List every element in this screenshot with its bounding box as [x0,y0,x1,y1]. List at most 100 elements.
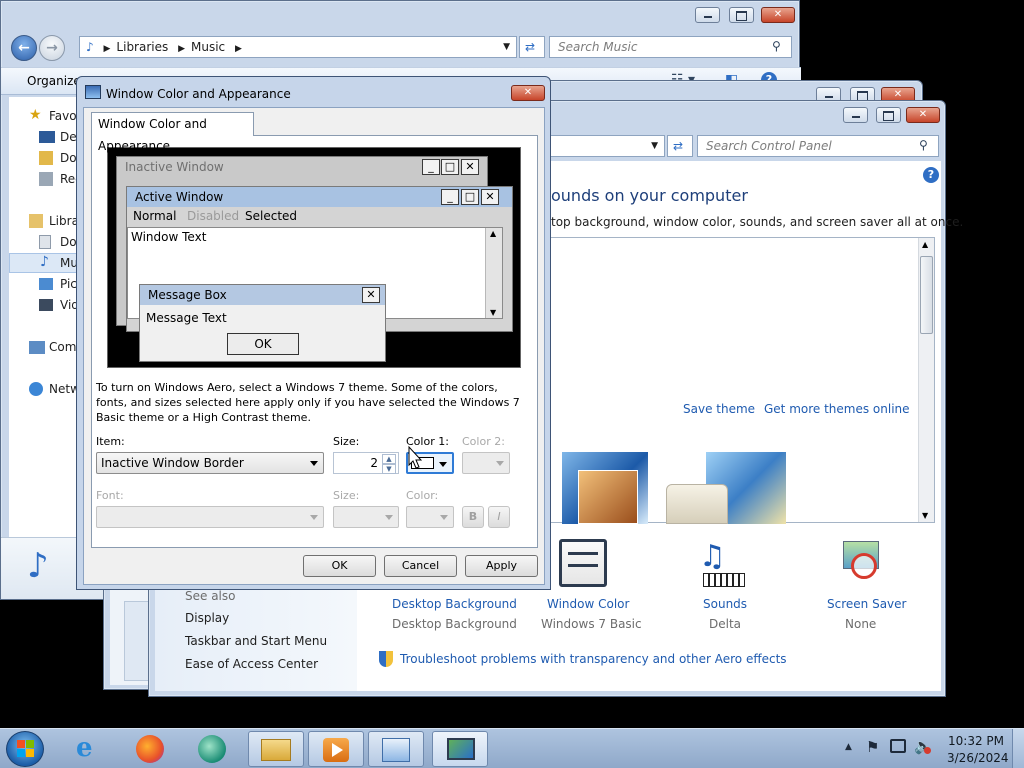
chevron-right-icon: ▶ [234,44,242,54]
ok-button[interactable]: OK [303,555,376,577]
theme-thumbnail-selected[interactable] [666,484,728,524]
cancel-button[interactable]: Cancel [384,555,457,577]
desktop-background-link[interactable]: Desktop Background [392,597,517,611]
music-note-icon: ♪ [86,40,94,54]
chevron-down-icon [496,461,504,466]
desktop-icon [39,131,55,143]
documents-icon [39,235,51,249]
personalization-icon[interactable] [432,731,488,767]
item-label: Item: [96,435,125,448]
search-input[interactable]: Search Music [549,36,792,58]
action-center-flag-icon[interactable]: ⚑ [866,738,879,756]
sounds-icon[interactable]: ♫ [699,539,726,574]
music-library-icon: ♪ [27,546,49,586]
screen-saver-link[interactable]: Screen Saver [827,597,906,611]
preview-menu-normal: Normal [133,209,177,223]
explorer-icon[interactable] [248,731,304,767]
apply-button[interactable]: Apply [465,555,538,577]
help-icon[interactable]: ? [923,167,939,183]
scroll-thumb[interactable] [920,256,933,334]
clock-time[interactable]: 10:32 PM [948,734,1004,748]
scroll-down-icon[interactable]: ▼ [922,511,928,520]
address-bar[interactable]: ▼ [539,135,665,157]
save-theme-link[interactable]: Save theme [683,402,755,416]
address-bar[interactable]: ♪ ▶ Libraries ▶ Music ▶ ▼ [79,36,517,58]
preview-close-icon: ✕ [461,159,479,175]
ie-icon[interactable]: e [62,731,118,767]
forward-icon[interactable]: → [39,35,65,61]
bold-button[interactable]: B [462,506,484,528]
close-button[interactable]: ✕ [761,7,795,23]
size-stepper[interactable]: 2 ▲ ▼ [333,452,399,474]
nav-favorites[interactable]: Favo [49,109,77,123]
videos-icon [39,299,53,311]
appearance-preview[interactable]: Inactive Window _ □ ✕ Active Window _ □ … [107,147,521,368]
computer-icon [29,341,45,354]
chevron-right-icon: ▶ [103,44,111,54]
chevron-down-icon[interactable]: ▼ [651,136,658,156]
nav-pictures[interactable]: Pic [60,277,77,291]
maximize-button[interactable] [729,7,754,23]
show-desktop-button[interactable] [1012,729,1024,768]
start-button[interactable] [6,731,44,767]
font-dropdown[interactable] [96,506,324,528]
font-label: Font: [96,489,124,502]
font-size-label: Size: [333,489,360,502]
preview-maximize-icon: □ [441,159,459,175]
tab-window-color-appearance[interactable]: Window Color and Appearance [91,112,254,153]
font-color-picker[interactable] [406,506,454,528]
search-control-panel-input[interactable]: Search Control Panel [697,135,939,157]
maximize-button[interactable] [876,107,901,123]
nav-libraries[interactable]: Libra [49,214,79,228]
minimize-button[interactable] [843,107,868,123]
italic-button[interactable]: I [488,506,510,528]
font-size-dropdown[interactable] [333,506,399,528]
media-player-icon[interactable] [308,731,364,767]
display-link[interactable]: Display [185,611,229,625]
close-button[interactable]: ✕ [906,107,940,123]
screen-saver-value: None [845,617,877,631]
aero-info-text: To turn on Windows Aero, select a Window… [96,381,520,424]
show-hidden-icons-icon[interactable]: ▲ [845,742,852,752]
troubleshoot-aero-link[interactable]: Troubleshoot problems with transparency … [400,652,787,666]
window-color-icon[interactable] [559,539,607,587]
search-icon: ⚲ [919,138,928,152]
theme-list-scrollbar[interactable]: ▲ ▼ [918,238,934,522]
page-heading: ounds on your computer [551,186,748,205]
taskbar-start-menu-link[interactable]: Taskbar and Start Menu [185,634,327,648]
scroll-up-icon[interactable]: ▲ [922,240,928,249]
chat-icon[interactable] [184,731,240,767]
preview-window-text: Window Text [131,230,207,244]
preview-minimize-icon: _ [441,189,459,205]
refresh-icon[interactable]: ⇄ [667,135,693,157]
chevron-down-icon [440,515,448,520]
firefox-icon[interactable] [122,731,178,767]
breadcrumb-libraries[interactable]: Libraries [116,40,168,54]
preview-menu-selected: Selected [245,209,298,223]
color2-picker[interactable] [462,452,510,474]
window-color-link[interactable]: Window Color [547,597,629,611]
back-icon[interactable]: ← [11,35,37,61]
breadcrumb-music[interactable]: Music [191,40,225,54]
organize-button[interactable]: Organize [27,74,81,88]
network-tray-icon[interactable] [890,739,906,753]
sounds-link[interactable]: Sounds [703,597,747,611]
see-also-heading: See also [185,589,236,603]
preview-scrollbar: ▲ ▼ [485,228,502,318]
minimize-button[interactable] [695,7,720,23]
control-panel-icon[interactable] [368,731,424,767]
sounds-value: Delta [709,617,742,631]
dialog-close-button[interactable]: ✕ [511,85,545,101]
pictures-icon [39,278,53,290]
preview-message-box[interactable]: Message Box ✕ Message Text OK [139,284,386,362]
refresh-icon[interactable]: ⇄ [519,36,545,58]
size-up-icon[interactable]: ▲ [382,454,396,464]
item-dropdown[interactable]: Inactive Window Border [96,452,324,474]
clock-date[interactable]: 3/26/2024 [947,751,1009,765]
get-more-themes-link[interactable]: Get more themes online [764,402,910,416]
ease-of-access-link[interactable]: Ease of Access Center [185,657,318,671]
nav-computer[interactable]: Com [49,340,76,354]
preview-close-icon: ✕ [362,287,380,303]
size-down-icon[interactable]: ▼ [382,464,396,474]
chevron-down-icon[interactable]: ▼ [503,37,510,57]
